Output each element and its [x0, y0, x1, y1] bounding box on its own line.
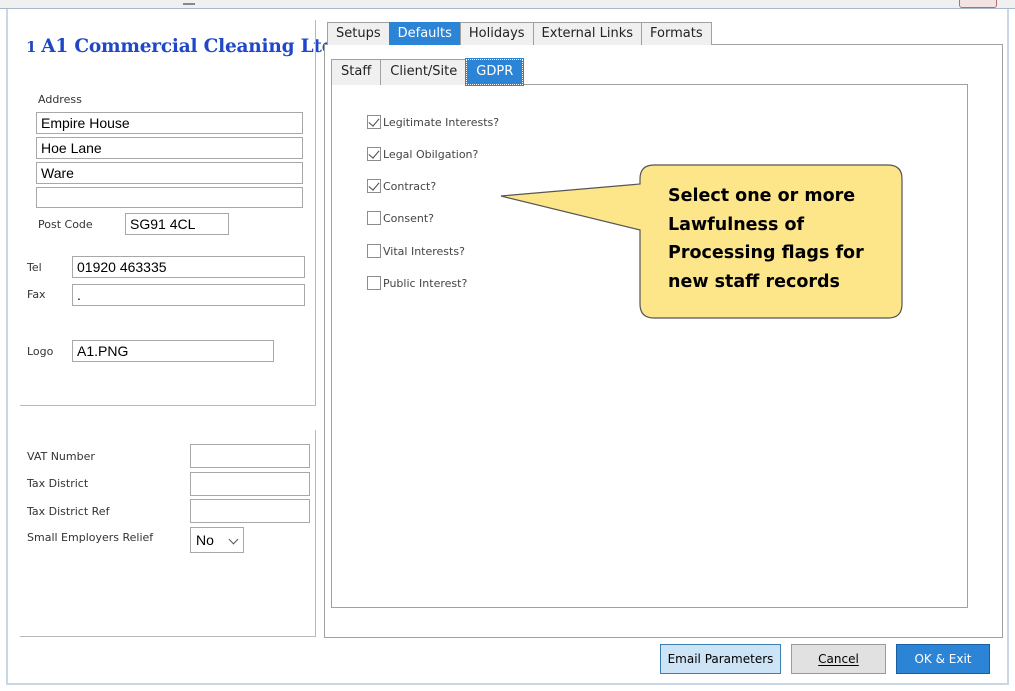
callout-line-4: new staff records: [668, 271, 840, 292]
tax-district-label: Tax District: [27, 477, 89, 490]
window-titlebar-edge: [0, 0, 1015, 9]
titlebar-mark: [183, 3, 195, 5]
vat-number-field[interactable]: [190, 444, 310, 468]
checkbox-box[interactable]: [367, 115, 381, 129]
company-title: 1 A1 Commercial Cleaning Ltd: [26, 36, 335, 57]
callout-line-1: Select one or more: [668, 186, 856, 206]
checkbox-label: Consent?: [383, 211, 435, 225]
callout-line-3: Processing flags for: [668, 243, 864, 263]
ok-exit-button-label: OK & Exit: [914, 652, 972, 666]
checkbox-box[interactable]: [367, 244, 381, 258]
legitimate-interests-checkbox[interactable]: Legitimate Interests?: [367, 114, 499, 130]
checkbox-box[interactable]: [367, 211, 381, 225]
address-line-1-field[interactable]: Empire House: [36, 112, 303, 134]
subtab-client-site[interactable]: Client/Site: [380, 59, 468, 85]
checkbox-label: Legitimate Interests?: [383, 115, 500, 129]
callout-text: Select one or more Lawfulness of Process…: [668, 182, 888, 296]
small-employers-relief-value: No: [196, 532, 214, 548]
chevron-down-icon: [228, 534, 239, 545]
company-number: 1: [26, 38, 37, 56]
tab-setups[interactable]: Setups: [327, 22, 390, 45]
checkbox-label: Public Interest?: [383, 276, 468, 290]
checkbox-label: Contract?: [383, 179, 437, 193]
cancel-button-label: Cancel: [818, 652, 859, 666]
company-settings-window: 1 A1 Commercial Cleaning Ltd Address Empi…: [0, 0, 1015, 691]
tab-formats[interactable]: Formats: [641, 22, 712, 45]
company-name: A1 Commercial Cleaning Ltd: [41, 36, 335, 57]
tel-field[interactable]: 01920 463335: [72, 256, 305, 278]
public-interest-checkbox[interactable]: Public Interest?: [367, 275, 467, 291]
callout-line-2: Lawfulness of: [668, 214, 805, 235]
small-employers-relief-label: Small Employers Relief: [27, 531, 154, 544]
address-line-3-field[interactable]: Ware: [36, 162, 303, 184]
tel-label: Tel: [27, 261, 42, 274]
tax-panel-divider-bottom: [20, 636, 316, 637]
tax-panel-divider: [315, 430, 316, 636]
tab-holidays[interactable]: Holidays: [459, 22, 534, 45]
vital-interests-checkbox[interactable]: Vital Interests?: [367, 243, 465, 259]
consent-checkbox[interactable]: Consent?: [367, 210, 434, 226]
tax-district-field[interactable]: [190, 472, 310, 496]
close-button-edge[interactable]: [959, 0, 997, 8]
subtab-gdpr[interactable]: GDPR: [465, 58, 525, 86]
main-tab-bar: Setups Defaults Holidays External Links …: [327, 22, 712, 45]
defaults-subtab-bar: Staff Client/Site GDPR: [331, 58, 525, 86]
small-employers-relief-select[interactable]: No: [190, 527, 244, 553]
ok-exit-button[interactable]: OK & Exit: [896, 644, 990, 674]
left-panel-divider: [315, 20, 316, 405]
logo-field[interactable]: A1.PNG: [72, 340, 274, 362]
checkbox-box[interactable]: [367, 276, 381, 290]
tax-district-ref-field[interactable]: [190, 499, 310, 523]
logo-label: Logo: [27, 345, 54, 358]
vat-number-label: VAT Number: [27, 450, 95, 463]
address-line-4-field[interactable]: [36, 187, 303, 208]
address-label: Address: [38, 93, 82, 106]
checkbox-box[interactable]: [367, 179, 381, 193]
left-panel-divider-bottom: [20, 405, 316, 406]
checkbox-label: Vital Interests?: [383, 244, 465, 258]
contract-checkbox[interactable]: Contract?: [367, 178, 436, 194]
tab-external-links[interactable]: External Links: [532, 22, 643, 45]
fax-label: Fax: [27, 288, 46, 301]
postcode-field[interactable]: SG91 4CL: [125, 213, 229, 235]
address-line-2-field[interactable]: Hoe Lane: [36, 137, 303, 159]
legal-obligation-checkbox[interactable]: Legal Obilgation?: [367, 146, 478, 162]
fax-field[interactable]: .: [72, 284, 305, 306]
postcode-label: Post Code: [38, 218, 93, 231]
subtab-staff[interactable]: Staff: [331, 59, 382, 85]
checkbox-box[interactable]: [367, 147, 381, 161]
tax-district-ref-label: Tax District Ref: [27, 505, 110, 518]
tab-defaults[interactable]: Defaults: [388, 22, 461, 45]
cancel-button[interactable]: Cancel: [791, 644, 886, 674]
checkbox-label: Legal Obilgation?: [383, 147, 479, 161]
email-parameters-button[interactable]: Email Parameters: [660, 644, 781, 674]
